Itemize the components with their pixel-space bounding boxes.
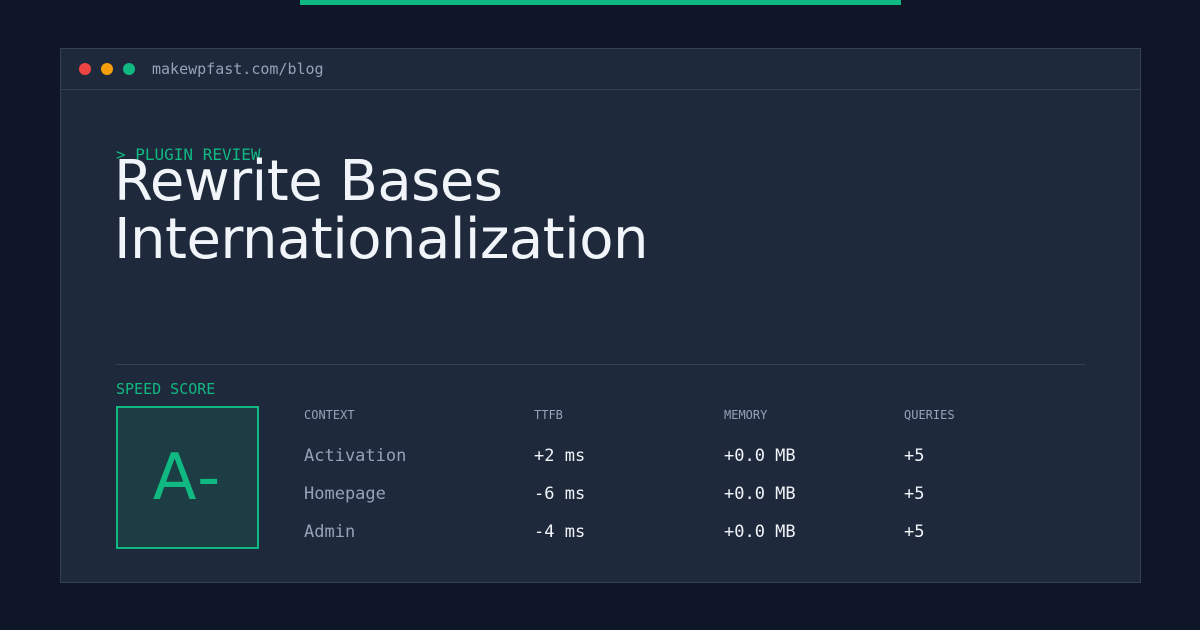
top-accent-bar [300,0,901,5]
row-context-cell: Admin [304,522,356,542]
row-memory-cell: +0.0 MB [724,522,796,542]
window-titlebar: makewpfast.com/blog [61,49,1140,90]
column-header-queries: QUERIES [904,408,955,422]
row-queries-cell: +5 [904,446,925,466]
column-header-context: CONTEXT [304,408,355,422]
row-ttfb-cell: -6 ms [534,484,586,504]
row-context-cell: Homepage [304,484,386,504]
section-divider [116,364,1085,365]
row-ttfb-cell: -4 ms [534,522,586,542]
post-title-line-2: Internationalization [114,207,648,272]
address-url: makewpfast.com/blog [152,60,324,78]
row-memory-cell: +0.0 MB [724,446,796,466]
speed-score-label: SPEED SCORE [116,380,216,398]
minimize-dot-icon[interactable] [101,63,113,75]
row-memory-cell: +0.0 MB [724,484,796,504]
row-context-cell: Activation [304,446,407,466]
close-dot-icon[interactable] [79,63,91,75]
browser-window: makewpfast.com/blog > PLUGIN REVIEW Rewr… [60,48,1141,583]
maximize-dot-icon[interactable] [123,63,135,75]
column-header-ttfb: TTFB [534,408,563,422]
post-title-line-1: Rewrite Bases [114,149,503,214]
row-queries-cell: +5 [904,522,925,542]
speed-grade-box: A- [116,406,259,549]
row-ttfb-cell: +2 ms [534,446,586,466]
column-header-memory: MEMORY [724,408,768,422]
speed-grade: A- [152,440,223,515]
row-queries-cell: +5 [904,484,925,504]
post-title: Rewrite Bases Internationalization [114,153,1074,269]
